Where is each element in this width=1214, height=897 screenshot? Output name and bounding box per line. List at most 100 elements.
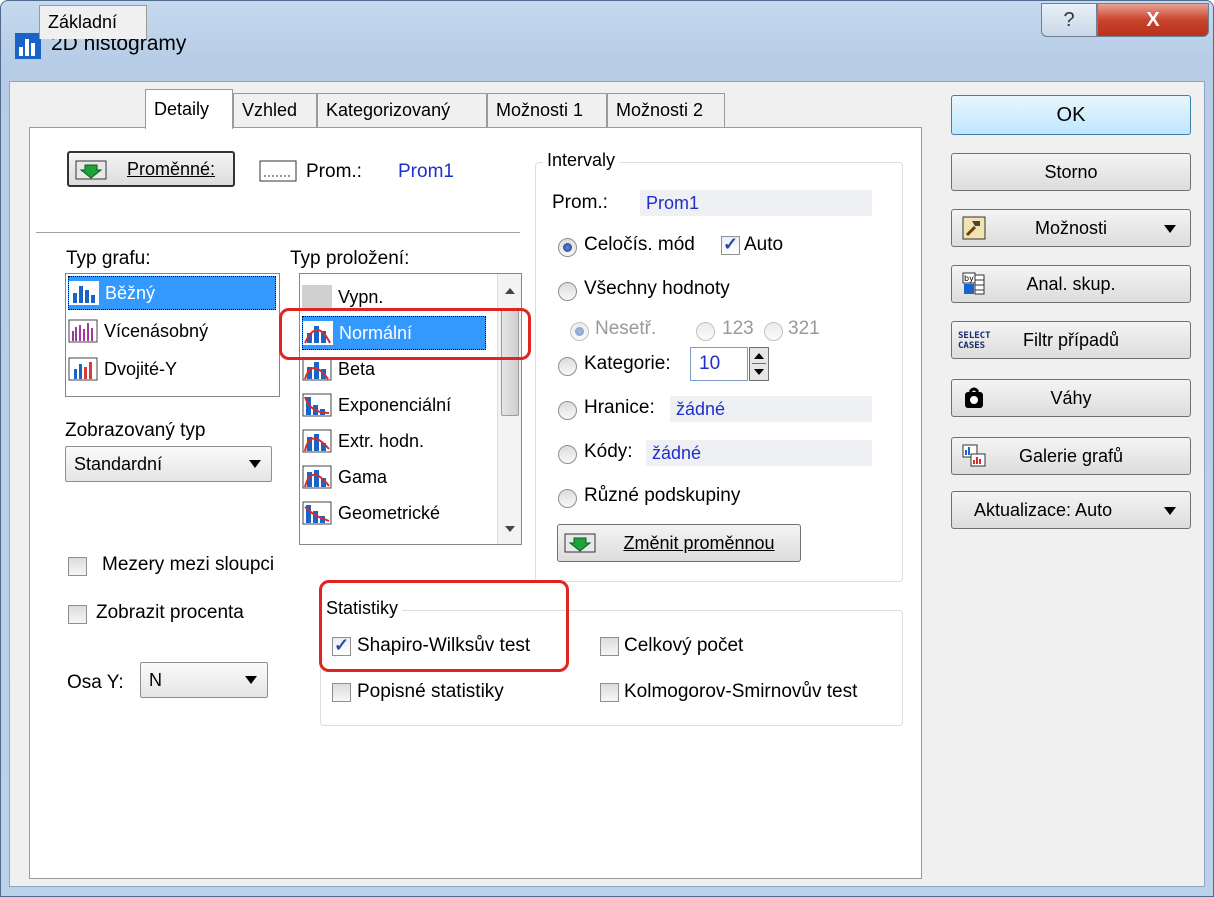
variables-button[interactable]: Proměnné: <box>67 151 235 187</box>
green-arrow-icon <box>75 160 107 180</box>
graph-gallery-button[interactable]: Galerie grafů <box>951 437 1191 475</box>
gallery-icon <box>962 444 986 467</box>
categories-input[interactable]: 10 <box>690 347 748 381</box>
fit-type-item-gama[interactable]: Gama <box>302 460 387 494</box>
graph-type-list[interactable]: Běžný Vícenásobný Dvojité-Y <box>65 273 280 397</box>
cancel-label: Storno <box>1044 161 1098 182</box>
fit-type-label-beta: Beta <box>338 358 376 379</box>
fit-type-label-gama: Gama <box>338 466 388 487</box>
normal-fit-highlight <box>279 308 531 360</box>
ok-label: OK <box>1056 103 1086 126</box>
tab-detaily[interactable]: Detaily <box>145 89 233 129</box>
histogram-icon <box>69 281 99 305</box>
all-values-radio[interactable] <box>558 282 577 301</box>
cancel-button[interactable]: Storno <box>951 153 1191 191</box>
update-label: Aktualizace: Auto <box>974 499 1113 520</box>
histogram-app-icon <box>15 33 41 59</box>
graph-type-label-vicenasobny: Vícenásobný <box>104 320 209 341</box>
graph-type-item-dvojite-y[interactable]: Dvojité-Y <box>68 352 177 386</box>
axis-y-select[interactable]: N <box>140 662 268 698</box>
ascending-radio[interactable] <box>696 322 715 341</box>
display-type-value: Standardní <box>74 453 163 474</box>
case-filter-button[interactable]: SELECT CASES Filtr případů <box>951 321 1191 359</box>
update-button[interactable]: Aktualizace: Auto <box>951 491 1191 529</box>
select-cases-icon: SELECT CASES <box>958 331 991 351</box>
display-type-select[interactable]: Standardní <box>65 446 272 482</box>
fit-type-item-exponencialni[interactable]: Exponenciální <box>302 388 451 422</box>
variables-prom-value: Prom1 <box>398 161 454 182</box>
title-bar: 2D histogramy ? X <box>1 1 1213 83</box>
graph-type-label-dvojite-y: Dvojité-Y <box>104 358 178 379</box>
spin-down-icon[interactable] <box>754 369 764 375</box>
tab-kategorizovany[interactable]: Kategorizovaný <box>317 93 487 127</box>
fit-type-label-vypn: Vypn. <box>338 286 384 307</box>
tab-moznosti-1[interactable]: Možnosti 1 <box>487 93 607 127</box>
ks-test-checkbox[interactable] <box>600 683 619 702</box>
percent-checkbox[interactable] <box>68 605 87 624</box>
tab-vzhled[interactable]: Vzhled <box>233 93 317 127</box>
intervals-group-label: Intervaly <box>543 150 620 171</box>
ks-test-label: Kolmogorov-Smirnovův test <box>624 681 858 702</box>
integer-mode-radio[interactable] <box>558 238 577 257</box>
bounds-radio[interactable] <box>558 401 577 420</box>
categories-spinner[interactable] <box>749 347 769 381</box>
geometric-fit-icon <box>302 501 332 525</box>
help-button[interactable]: ? <box>1041 3 1097 37</box>
graph-type-label-bezny: Běžný <box>105 282 156 303</box>
subgroups-radio[interactable] <box>558 489 577 508</box>
beta-fit-icon <box>302 357 332 381</box>
scroll-down-icon[interactable] <box>505 526 515 532</box>
change-variable-label: Změnit proměnnou <box>623 532 775 553</box>
spin-up-icon[interactable] <box>754 353 764 359</box>
descending-label: 321 <box>788 318 820 339</box>
graph-type-item-bezny[interactable]: Běžný <box>68 276 276 310</box>
auto-label: Auto <box>744 234 784 255</box>
fit-type-label: Typ proložení: <box>290 248 410 269</box>
descending-radio[interactable] <box>764 322 783 341</box>
weights-label: Váhy <box>1050 387 1092 408</box>
options-label: Možnosti <box>1034 217 1108 238</box>
unsorted-label: Nesetř. <box>595 318 657 339</box>
total-count-label: Celkový počet <box>624 635 744 656</box>
scroll-up-icon[interactable] <box>505 288 515 294</box>
weights-button[interactable]: Váhy <box>951 379 1191 417</box>
tab-panel-detaily: Proměnné: Prom.: Prom1 Typ grafu: Běžný … <box>29 127 922 879</box>
integer-mode-label: Celočís. mód <box>584 234 695 255</box>
fit-type-label-extr-hodn: Extr. hodn. <box>338 430 425 451</box>
all-values-label: Všechny hodnoty <box>584 278 730 299</box>
close-button[interactable]: X <box>1097 3 1209 37</box>
change-variable-button[interactable]: Změnit proměnnou <box>557 524 801 562</box>
chevron-down-icon <box>1164 507 1176 515</box>
total-count-checkbox[interactable] <box>600 637 619 656</box>
codes-radio[interactable] <box>558 445 577 464</box>
group-analysis-button[interactable]: by Anal. skup. <box>951 265 1191 303</box>
chevron-down-icon <box>245 676 257 684</box>
fit-type-item-extr-hodn[interactable]: Extr. hodn. <box>302 424 424 458</box>
shapiro-highlight <box>319 580 569 672</box>
graph-type-label: Typ grafu: <box>66 248 151 269</box>
select-cases-icon-line2: CASES <box>958 341 986 351</box>
axis-y-label: Osa Y: <box>67 672 124 693</box>
categories-radio[interactable] <box>558 357 577 376</box>
descriptive-stats-checkbox[interactable] <box>332 683 351 702</box>
auto-checkbox[interactable] <box>721 234 740 255</box>
gamma-fit-icon <box>302 465 332 489</box>
bounds-label: Hranice: <box>584 397 655 418</box>
tab-zakladni[interactable]: Základní <box>39 5 147 39</box>
divider <box>36 232 520 233</box>
by-group-icon: by <box>962 272 985 295</box>
unsorted-radio[interactable] <box>570 322 589 341</box>
graph-type-item-vicenasobny[interactable]: Vícenásobný <box>68 314 208 348</box>
intervals-prom-label: Prom.: <box>552 192 608 213</box>
codes-value: žádné <box>646 440 872 466</box>
variables-button-label: Proměnné: <box>126 158 216 179</box>
gaps-checkbox[interactable] <box>68 557 87 576</box>
fit-type-item-geometricke[interactable]: Geometrické <box>302 496 440 530</box>
descriptive-stats-label: Popisné statistiky <box>357 681 504 702</box>
dialog-window: 2D histogramy ? X Základní Detaily Vzhle… <box>0 0 1214 897</box>
options-button[interactable]: Možnosti <box>951 209 1191 247</box>
ok-button[interactable]: OK <box>951 95 1191 135</box>
tab-moznosti-2[interactable]: Možnosti 2 <box>607 93 725 127</box>
spinner-divider <box>752 363 766 364</box>
display-type-label: Zobrazovaný typ <box>65 420 206 441</box>
